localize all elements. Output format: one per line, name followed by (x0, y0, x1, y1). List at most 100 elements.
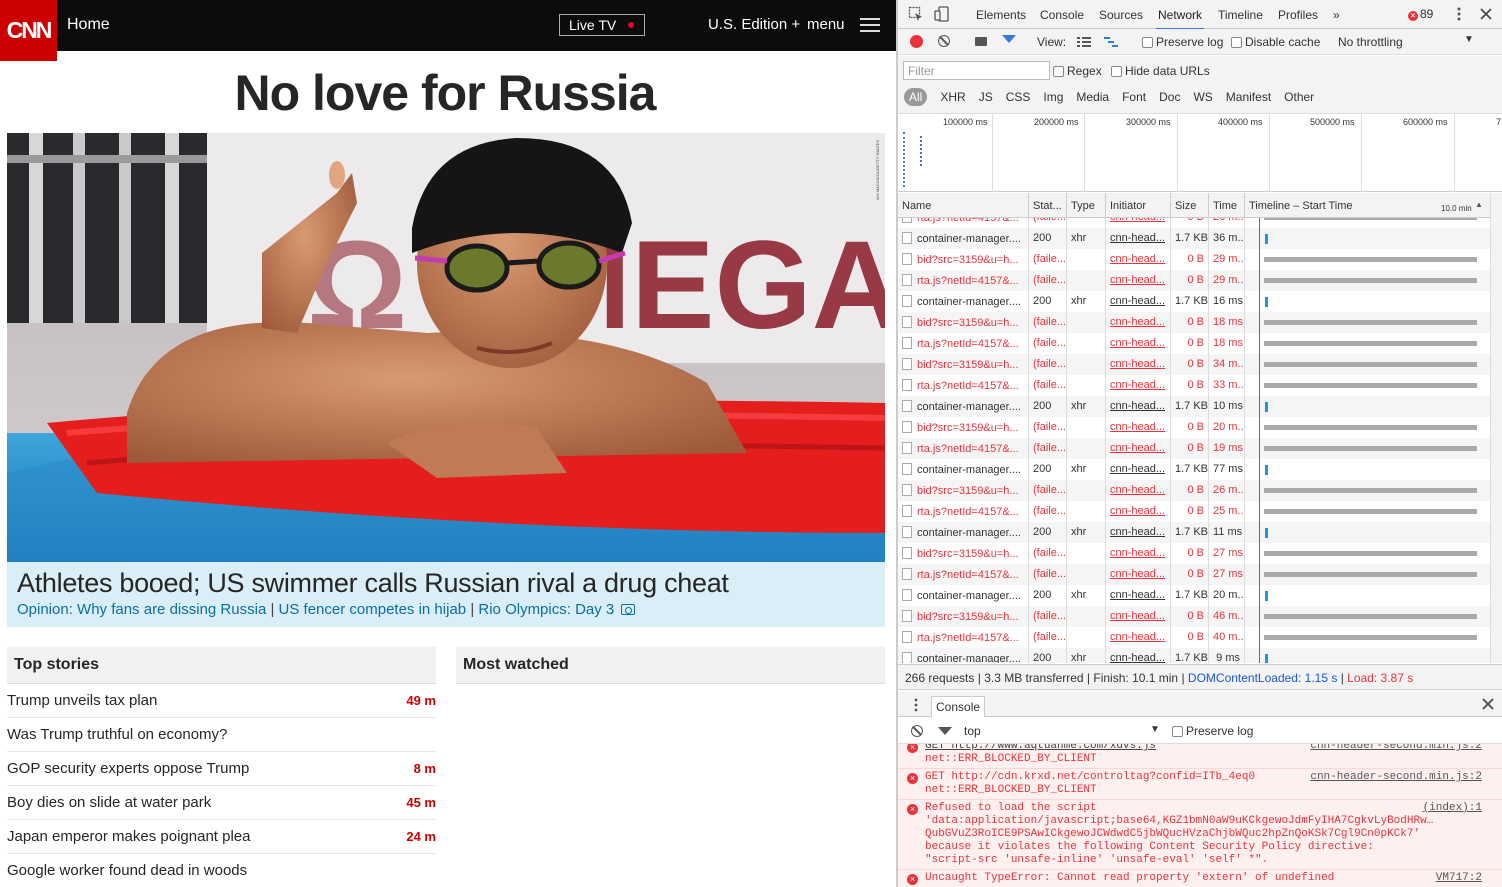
tab-console[interactable]: Console (1040, 8, 1084, 22)
type-filter-img[interactable]: Img (1043, 90, 1063, 104)
request-row[interactable]: container-manager.... 200 xhr cnn-head... 1.… (898, 228, 1490, 249)
console-message-source[interactable]: (index):1 (1423, 802, 1482, 814)
request-initiator-text[interactable]: cnn-head... (1110, 400, 1165, 412)
tab-timeline[interactable]: Timeline (1218, 8, 1263, 22)
request-initiator-text[interactable]: cnn-head... (1110, 337, 1165, 349)
tab-sources[interactable]: Sources (1099, 8, 1143, 22)
clear-console-icon[interactable] (911, 725, 923, 737)
drawer-tab-console[interactable]: Console (931, 696, 986, 717)
request-row[interactable]: rta.js?netId=4157&... (faile... cnn-head..… (898, 218, 1490, 228)
request-initiator-text[interactable]: cnn-head... (1110, 421, 1165, 433)
story-title[interactable]: Japan emperor makes poignant plea (7, 828, 251, 845)
caption-link-fencer[interactable]: US fencer competes in hijab (279, 601, 467, 618)
request-row[interactable]: bid?src=3159&u=h... (faile... cnn-head... 0… (898, 606, 1490, 627)
request-initiator-text[interactable]: cnn-head... (1110, 505, 1165, 517)
kebab-menu-icon[interactable] (1451, 6, 1467, 22)
nav-home-link[interactable]: Home (67, 16, 110, 34)
hero-image[interactable]: MEGA Ω (7, 133, 885, 562)
top-story-item[interactable]: Was Trump truthful on economy? (7, 718, 436, 752)
waterfall-overview-icon[interactable] (1103, 34, 1119, 50)
hamburger-icon[interactable] (860, 18, 880, 33)
type-filter-manifest[interactable]: Manifest (1226, 90, 1271, 104)
type-filter-media[interactable]: Media (1076, 90, 1109, 104)
close-devtools-icon[interactable] (1478, 6, 1494, 22)
console-message[interactable]: × Uncaught TypeError: Cannot read proper… (898, 869, 1502, 887)
column-status[interactable]: Stat... (1029, 193, 1067, 218)
request-row[interactable]: rta.js?netId=4157&... (faile... cnn-head..… (898, 501, 1490, 522)
request-initiator-text[interactable]: cnn-head... (1110, 463, 1165, 475)
request-row[interactable]: container-manager.... 200 xhr cnn-head... 1.… (898, 522, 1490, 543)
request-initiator-text[interactable]: cnn-head... (1110, 547, 1165, 559)
type-filter-js[interactable]: JS (979, 90, 993, 104)
type-filter-css[interactable]: CSS (1006, 90, 1031, 104)
chevron-down-icon[interactable]: ▼ (1150, 724, 1160, 735)
request-initiator-text[interactable]: cnn-head... (1110, 589, 1165, 601)
drawer-menu-icon[interactable] (908, 697, 924, 713)
inspect-element-icon[interactable] (908, 6, 924, 22)
type-filter-doc[interactable]: Doc (1159, 90, 1180, 104)
request-row[interactable]: bid?src=3159&u=h... (faile... cnn-head... 0… (898, 417, 1490, 438)
capture-screenshots-icon[interactable] (975, 37, 987, 46)
request-row[interactable]: container-manager.... 200 xhr cnn-head... 1.… (898, 585, 1490, 606)
story-title[interactable]: Google worker found dead in woods (7, 862, 247, 879)
console-message[interactable]: × Refused to load the script 'data:appli… (898, 799, 1502, 869)
request-initiator-text[interactable]: cnn-head... (1110, 316, 1165, 328)
column-name[interactable]: Name (898, 193, 1029, 218)
record-icon[interactable] (910, 35, 923, 48)
top-story-item[interactable]: Google worker found dead in woods (7, 854, 436, 887)
request-row[interactable]: bid?src=3159&u=h... (faile... cnn-head... 0… (898, 312, 1490, 333)
request-initiator-text[interactable]: cnn-head... (1110, 218, 1165, 223)
cnn-logo[interactable]: CNN (0, 0, 57, 61)
top-story-item[interactable]: Japan emperor makes poignant plea 24 m (7, 820, 436, 854)
error-count-badge[interactable]: × 89 (1408, 7, 1433, 21)
request-initiator-text[interactable]: cnn-head... (1110, 652, 1165, 663)
context-selector[interactable]: top (964, 724, 981, 738)
request-row[interactable]: rta.js?netId=4157&... (faile... cnn-head..… (898, 564, 1490, 585)
disable-cache-checkbox[interactable]: Disable cache (1231, 35, 1320, 49)
request-initiator-text[interactable]: cnn-head... (1110, 568, 1165, 580)
top-story-item[interactable]: Trump unveils tax plan 49 m (7, 684, 436, 718)
type-filter-ws[interactable]: WS (1193, 90, 1212, 104)
console-message[interactable]: × GET http://www.aqtuanme.com/xdvs.js ne… (898, 744, 1502, 768)
tab-profiles[interactable]: Profiles (1278, 8, 1318, 22)
clear-icon[interactable] (938, 35, 950, 47)
request-row[interactable]: container-manager.... 200 xhr cnn-head... 1.… (898, 396, 1490, 417)
console-message-source[interactable]: cnn-header-second.min.js:2 (1310, 771, 1482, 783)
network-request-list[interactable]: rta.js?netId=4157&... (faile... cnn-head..… (898, 218, 1490, 663)
request-initiator-text[interactable]: cnn-head... (1110, 358, 1165, 370)
request-initiator-text[interactable]: cnn-head... (1110, 526, 1165, 538)
checkbox-icon[interactable] (1142, 37, 1153, 48)
type-filter-font[interactable]: Font (1122, 90, 1146, 104)
console-preserve-log-checkbox[interactable]: Preserve log (1172, 724, 1253, 738)
request-row[interactable]: bid?src=3159&u=h... (faile... cnn-head... 0… (898, 543, 1490, 564)
checkbox-icon[interactable] (1111, 66, 1122, 77)
filter-input[interactable]: Filter (903, 61, 1050, 80)
console-filter-icon[interactable] (938, 727, 952, 735)
request-row[interactable]: bid?src=3159&u=h... (faile... cnn-head... 0… (898, 249, 1490, 270)
large-rows-icon[interactable] (1076, 34, 1092, 50)
request-row[interactable]: rta.js?netId=4157&... (faile... cnn-head..… (898, 438, 1490, 459)
top-story-item[interactable]: GOP security experts oppose Trump 8 m (7, 752, 436, 786)
network-overview[interactable]: 100000 ms 200000 ms 300000 ms 400000 ms … (898, 114, 1502, 192)
close-drawer-icon[interactable] (1480, 696, 1496, 712)
console-message-source[interactable]: VM717:2 (1436, 872, 1482, 884)
story-title[interactable]: Trump unveils tax plan (7, 692, 157, 709)
request-row[interactable]: bid?src=3159&u=h... (faile... cnn-head... 0… (898, 354, 1490, 375)
column-initiator[interactable]: Initiator (1106, 193, 1171, 218)
filter-icon[interactable] (1002, 35, 1016, 43)
device-mode-icon[interactable] (934, 6, 950, 22)
request-initiator-text[interactable]: cnn-head... (1110, 379, 1165, 391)
request-row[interactable]: container-manager.... 200 xhr cnn-head... 1.… (898, 648, 1490, 663)
request-initiator-text[interactable]: cnn-head... (1110, 295, 1165, 307)
throttling-select[interactable]: No throttling (1338, 35, 1403, 49)
hide-data-urls-checkbox[interactable]: Hide data URLs (1111, 64, 1210, 78)
tab-elements[interactable]: Elements (976, 8, 1026, 22)
request-initiator-text[interactable]: cnn-head... (1110, 232, 1165, 244)
story-title[interactable]: Was Trump truthful on economy? (7, 726, 227, 743)
request-row[interactable]: rta.js?netId=4157&... (faile... cnn-head..… (898, 375, 1490, 396)
column-size[interactable]: Size (1171, 193, 1209, 218)
request-initiator-text[interactable]: cnn-head... (1110, 631, 1165, 643)
request-row[interactable]: container-manager.... 200 xhr cnn-head... 1.… (898, 459, 1490, 480)
network-scrollbar[interactable] (1490, 193, 1502, 663)
console-message-text[interactable]: Refused to load the script 'data:applica… (925, 802, 1498, 867)
